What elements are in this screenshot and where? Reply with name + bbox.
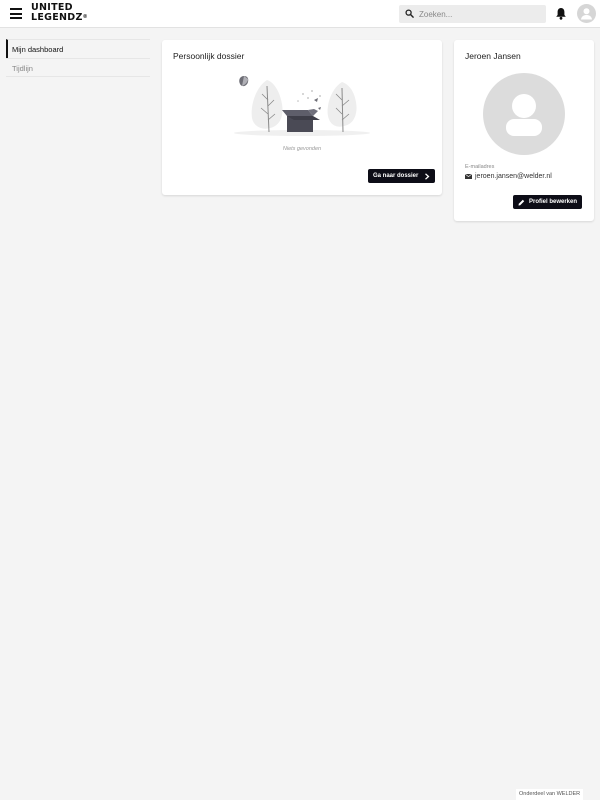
email-value: jeroen.jansen@welder.nl — [475, 173, 552, 180]
empty-state-text: Niets gevonden — [282, 146, 322, 152]
go-to-dossier-label: Ga naar dossier — [373, 173, 419, 179]
sidebar-nav: Mijn dashboard Tijdlijn — [6, 39, 150, 77]
dossier-title: Persoonlijk dossier — [173, 51, 245, 61]
email-label: E-mailadres — [465, 164, 495, 170]
logo-mark: ® — [82, 13, 88, 20]
bell-icon[interactable] — [555, 7, 567, 20]
search-icon — [405, 9, 414, 18]
profile-name: Jeroen Jansen — [465, 51, 521, 61]
sidebar-item-tijdlijn[interactable]: Tijdlijn — [6, 58, 150, 77]
empty-box-illustration — [234, 76, 370, 136]
top-bar: UNITED LEGENDZ® — [0, 0, 600, 28]
user-avatar-icon[interactable] — [577, 4, 596, 23]
user-avatar-icon — [506, 94, 542, 136]
dossier-card: Persoonlijk dossier Niets gevonden Ga na… — [162, 40, 442, 195]
pencil-icon — [518, 199, 525, 205]
search-box[interactable] — [399, 5, 546, 23]
avatar — [483, 73, 565, 155]
go-to-dossier-button[interactable]: Ga naar dossier — [368, 169, 436, 183]
menu-icon[interactable] — [10, 8, 22, 19]
footer-credit: Onderdeel van WELDER — [516, 789, 584, 800]
email-row: jeroen.jansen@welder.nl — [465, 173, 552, 180]
profile-card: Jeroen Jansen E-mailadres jeroen.jansen@… — [454, 40, 594, 221]
edit-profile-button[interactable]: Profiel bewerken — [513, 195, 583, 209]
search-input[interactable] — [419, 7, 539, 21]
edit-profile-label: Profiel bewerken — [529, 199, 578, 205]
logo[interactable]: UNITED LEGENDZ® — [31, 3, 88, 22]
chevron-right-icon — [425, 172, 430, 180]
logo-line-2: LEGENDZ — [31, 11, 83, 23]
sidebar-item-mijn-dashboard[interactable]: Mijn dashboard — [6, 39, 150, 58]
envelope-icon — [465, 174, 472, 179]
